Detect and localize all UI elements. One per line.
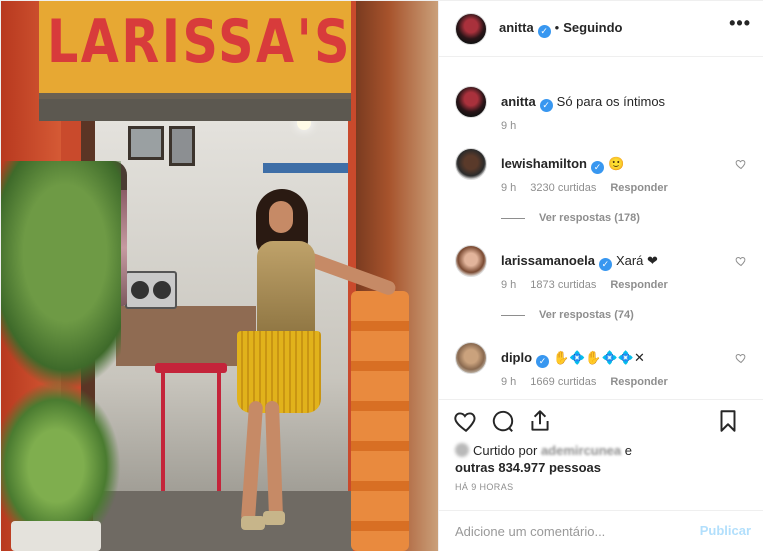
likes-summary: Curtido por ademircunea e outras 834.977… — [455, 442, 705, 476]
avatar[interactable] — [455, 13, 487, 45]
wall-stripe — [263, 163, 348, 173]
publish-button[interactable]: Publicar — [700, 523, 751, 538]
comment-heart-icon[interactable] — [735, 158, 747, 170]
comment-meta: 9 h 1669 curtidas Responder — [501, 376, 682, 388]
verified-icon: ✓ — [539, 99, 553, 112]
likes-others[interactable]: outras 834.977 pessoas — [455, 460, 601, 475]
woman-torso — [257, 241, 315, 341]
wall-frame — [169, 126, 195, 166]
stool-legs — [161, 366, 221, 506]
woman-face — [269, 201, 293, 233]
likes-prefix: Curtido por — [473, 443, 538, 458]
avatar[interactable] — [455, 148, 487, 180]
view-replies-button[interactable]: Ver respostas (74) — [501, 309, 634, 321]
caption-username[interactable]: anitta — [501, 94, 536, 109]
share-icon[interactable] — [527, 408, 553, 434]
verified-icon: ✓ — [536, 355, 550, 368]
heart-icon[interactable] — [453, 408, 479, 434]
comment-likes[interactable]: 1873 curtidas — [530, 279, 596, 291]
caption-time: 9 h — [501, 120, 517, 132]
instagram-post: LARISSA'S anitta ✓ • Seguindo ••• anitta ✓ Só… — [0, 0, 763, 551]
comment-line: lewishamilton ✓ 🙂 — [501, 156, 624, 174]
comment-text: ✋💠✋💠💠✕ — [553, 350, 645, 365]
post-photo[interactable]: LARISSA'S — [1, 1, 438, 551]
orange-pillar — [351, 291, 409, 551]
more-icon[interactable]: ••• — [729, 13, 751, 34]
comment-likes[interactable]: 3230 curtidas — [530, 182, 596, 194]
comment-time: 9 h — [501, 376, 517, 388]
comments-list[interactable]: anitta ✓ Só para os íntimos 9 h lewishamil… — [439, 58, 763, 398]
woman-shoe — [263, 511, 285, 525]
comment-meta: 9 h 1873 curtidas Responder — [501, 279, 682, 291]
header-username[interactable]: anitta — [499, 20, 534, 35]
add-comment-bar: Publicar — [439, 510, 763, 550]
following-button[interactable]: Seguindo — [563, 20, 622, 35]
comment-line: diplo ✓ ✋💠✋💠💠✕ — [501, 350, 645, 368]
comment-icon[interactable] — [490, 408, 516, 434]
separator-dot: • — [554, 20, 560, 35]
view-replies-button[interactable]: Ver respostas (178) — [501, 212, 640, 224]
reply-button[interactable]: Responder — [610, 182, 667, 194]
comment-meta: 9 h 3230 curtidas Responder — [501, 182, 682, 194]
comment-input[interactable] — [455, 522, 665, 540]
fringe-skirt — [237, 331, 321, 413]
comment-username[interactable]: lewishamilton — [501, 156, 587, 171]
comment-time: 9 h — [501, 182, 517, 194]
plant-pot — [11, 521, 101, 551]
comment-line: larissamanoela ✓ Xará ❤ — [501, 253, 658, 271]
woman-shoe — [241, 516, 265, 530]
comment-heart-icon[interactable] — [735, 352, 747, 364]
side-panel: anitta ✓ • Seguindo ••• anitta ✓ Só para os í… — [438, 1, 763, 551]
stool-seat — [155, 363, 227, 373]
avatar[interactable] — [455, 86, 487, 118]
comment-heart-icon[interactable] — [735, 255, 747, 267]
caption-text: Só para os íntimos — [556, 94, 666, 109]
post-header: anitta ✓ • Seguindo ••• — [439, 1, 763, 57]
caption-meta: 9 h — [501, 120, 530, 132]
reply-button[interactable]: Responder — [610, 376, 667, 388]
bookmark-icon[interactable] — [715, 408, 741, 434]
likes-and: e — [624, 443, 632, 458]
comment-text: Xará ❤ — [615, 253, 658, 268]
post-actions: Curtido por ademircunea e outras 834.977… — [439, 399, 763, 549]
header-line: anitta ✓ • Seguindo — [499, 20, 622, 38]
floor — [93, 491, 353, 551]
verified-icon: ✓ — [590, 161, 604, 174]
comment-likes[interactable]: 1669 curtidas — [530, 376, 596, 388]
store-sign: LARISSA'S — [39, 1, 351, 99]
comment-username[interactable]: diplo — [501, 350, 532, 365]
verified-icon: ✓ — [537, 25, 551, 38]
avatar[interactable] — [455, 342, 487, 374]
comment-username[interactable]: larissamanoela — [501, 253, 595, 268]
comment-text: 🙂 — [607, 156, 625, 171]
plant — [1, 161, 121, 391]
liker-username[interactable]: ademircunea — [541, 443, 621, 458]
boombox — [125, 271, 177, 309]
verified-icon: ✓ — [598, 258, 612, 271]
liker-avatar[interactable] — [455, 443, 469, 457]
reply-button[interactable]: Responder — [610, 279, 667, 291]
store-sign-text: LARISSA'S — [47, 7, 353, 77]
wall-frame — [128, 126, 164, 160]
caption-line: anitta ✓ Só para os íntimos — [501, 94, 665, 112]
counter — [116, 306, 256, 366]
comment-time: 9 h — [501, 279, 517, 291]
avatar[interactable] — [455, 245, 487, 277]
posted-time: HÁ 9 HORAS — [455, 482, 514, 492]
awning — [39, 99, 351, 121]
